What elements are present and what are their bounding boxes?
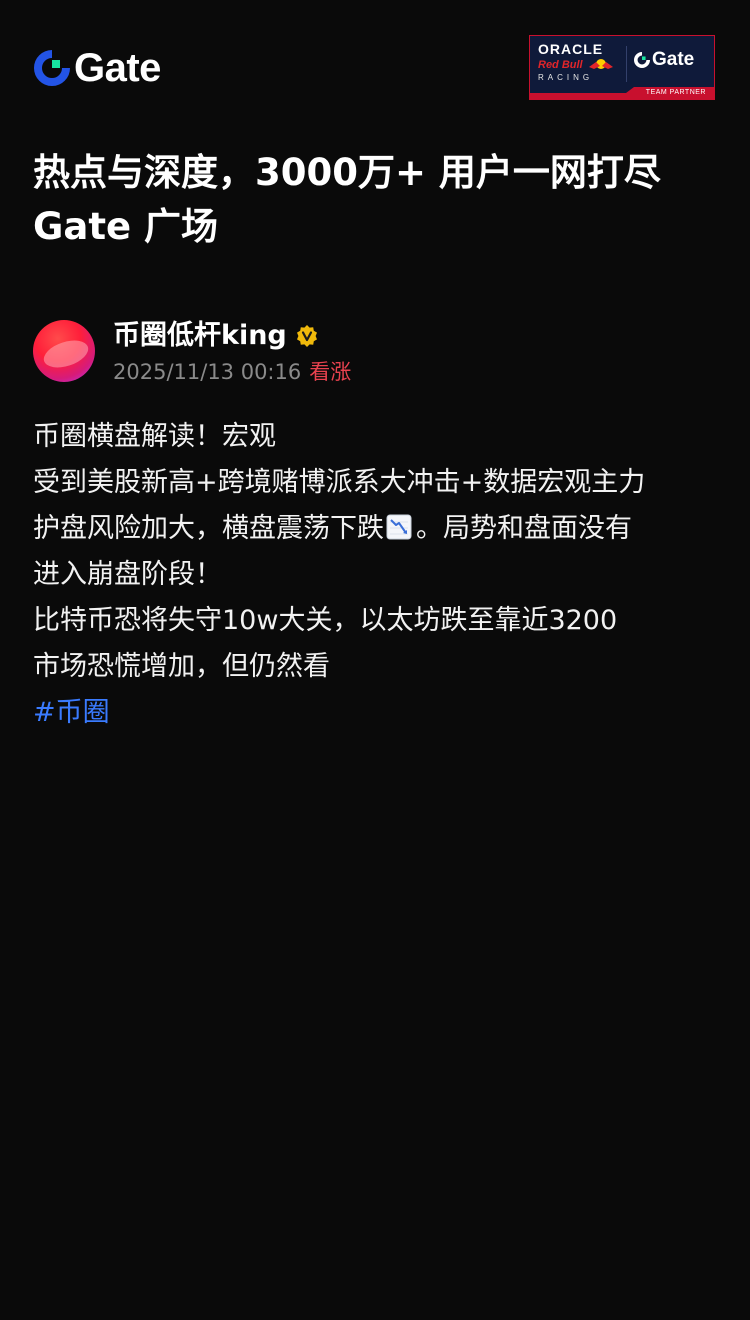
headline-line-1: 热点与深度，3000万+ 用户一网打尽 [33, 151, 661, 194]
partner-divider [626, 46, 627, 82]
sentiment-badge: 看涨 [309, 360, 352, 384]
author-name[interactable]: 币圈低杆king [113, 320, 287, 352]
partner-gate: Gate [652, 49, 695, 70]
header: Gate ORACLE Red Bull RACING Gate TEAM PA… [0, 0, 750, 130]
verified-badge-icon [296, 325, 317, 347]
post-line-6: 市场恐慌增加，但仍然看 [33, 651, 330, 682]
post-meta: 2025/11/13 00:16 看涨 [113, 358, 351, 386]
gate-small-logo-icon [634, 52, 650, 68]
post-line-3: 护盘风险加大，横盘震荡下跌 。局势和盘面没有 [33, 506, 723, 552]
post-line-1: 币圈横盘解读！宏观 [33, 421, 276, 452]
author-row: 币圈低杆king [113, 320, 319, 352]
gate-logo-icon [34, 50, 70, 86]
partner-left: ORACLE Red Bull RACING [538, 42, 628, 84]
post-line-3-tail: 。局势和盘面没有 [416, 513, 632, 544]
headline-line-2: Gate 广场 [33, 205, 218, 248]
post-line-5: 比特币恐将失守10w大关，以太坊跌至靠近3200 [33, 605, 618, 636]
page-headline: 热点与深度，3000万+ 用户一网打尽 Gate 广场 [33, 146, 723, 254]
partner-right: Gate [634, 50, 694, 70]
post-timestamp: 2025/11/13 00:16 [113, 360, 302, 384]
partner-badge: ORACLE Red Bull RACING Gate TEAM PARTNER [529, 35, 715, 100]
brand-logo: Gate [34, 48, 161, 88]
partner-red-bull: Red Bull [538, 59, 583, 71]
post-line-2: 受到美股新高+跨境赌博派系大冲击+数据宏观主力 [33, 467, 646, 498]
avatar[interactable] [33, 320, 95, 382]
post-line-3-text: 护盘风险加大，横盘震荡下跌 [33, 513, 384, 544]
hashtag-link[interactable]: #币圈 [33, 690, 723, 736]
chart-decreasing-icon [386, 514, 412, 540]
red-bull-icon [589, 59, 613, 69]
partner-racing: RACING [538, 73, 594, 82]
partner-oracle: ORACLE [538, 41, 604, 57]
brand-name: Gate [74, 46, 161, 90]
post-content: 币圈横盘解读！宏观 受到美股新高+跨境赌博派系大冲击+数据宏观主力 护盘风险加大… [33, 414, 723, 736]
partner-strip-label: TEAM PARTNER [645, 89, 706, 96]
post-line-4: 进入崩盘阶段！ [33, 559, 222, 590]
